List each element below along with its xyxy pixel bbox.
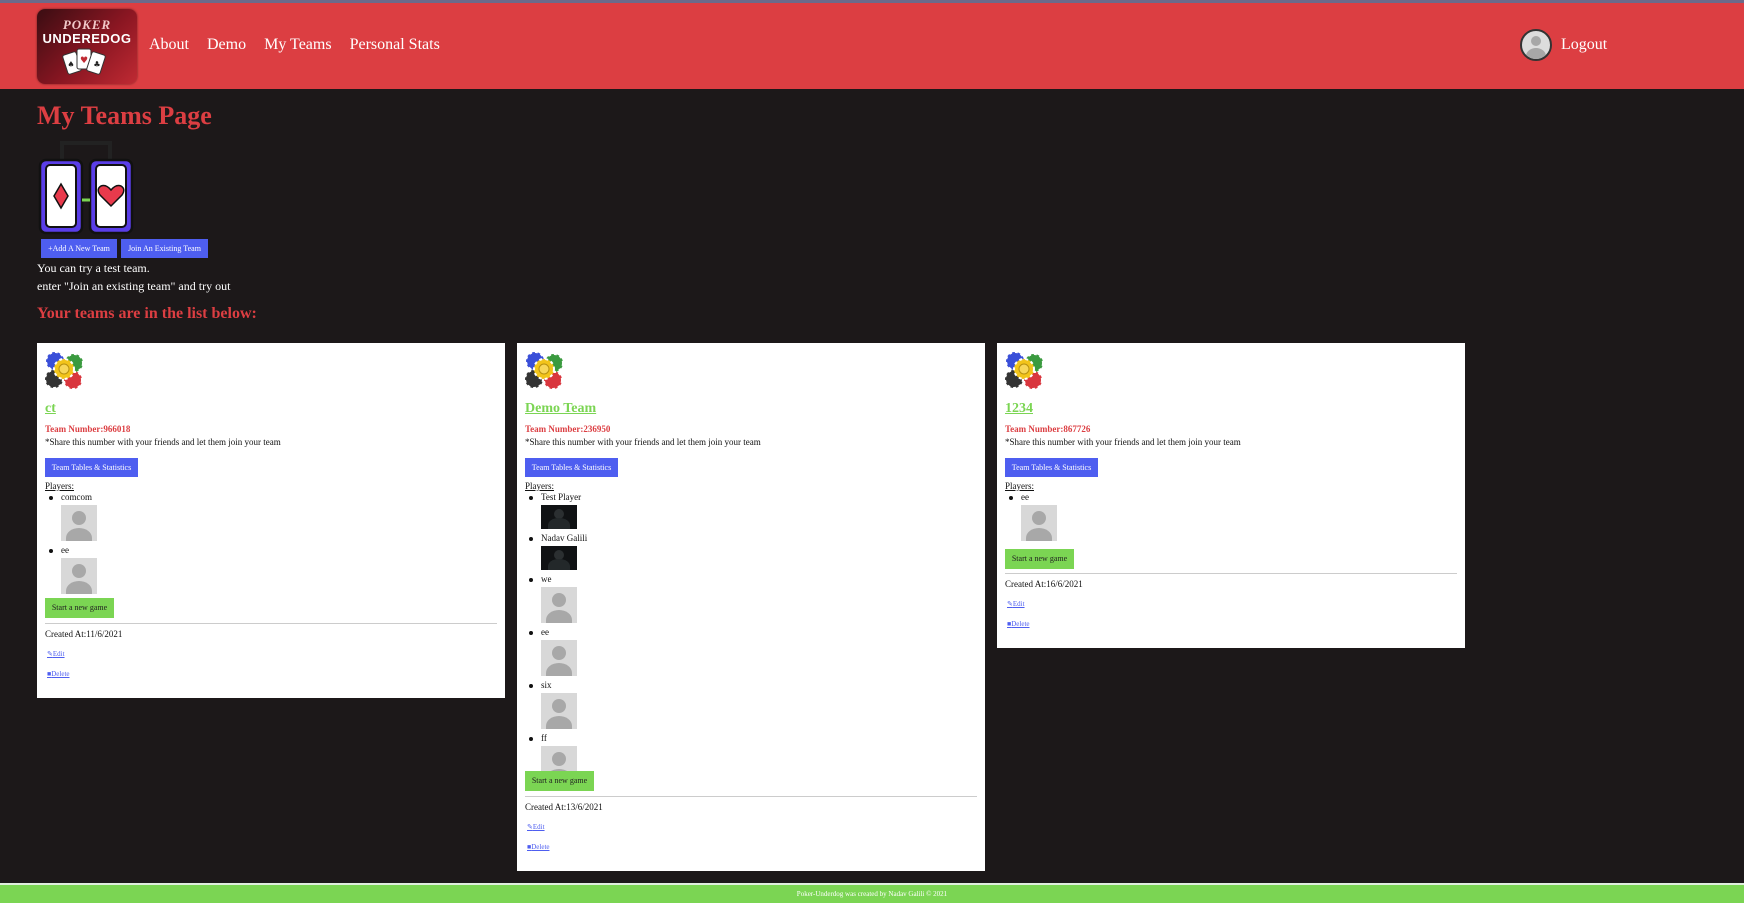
- info-line-2: enter "Join an existing team" and try ou…: [37, 279, 231, 293]
- player-item: comcom: [45, 492, 97, 541]
- edit-label: Edit: [52, 650, 65, 658]
- team-name-link[interactable]: Demo Team: [525, 401, 596, 417]
- team-card: ct Team Number:966018 *Share this number…: [37, 343, 505, 698]
- player-avatar-icon: [61, 505, 97, 541]
- share-hint: *Share this number with your friends and…: [525, 437, 761, 447]
- player-name: comcom: [61, 492, 92, 502]
- player-name: ee: [541, 627, 549, 637]
- player-name: ee: [61, 545, 69, 555]
- add-team-button[interactable]: +Add A New Team: [41, 239, 117, 258]
- edit-label: Edit: [532, 823, 545, 831]
- team-stats-button[interactable]: Team Tables & Statistics: [1005, 458, 1098, 477]
- edit-label: Edit: [1012, 600, 1025, 608]
- delete-link[interactable]: ■Delete: [1007, 620, 1030, 628]
- logout-link[interactable]: Logout: [1561, 36, 1607, 54]
- main-nav: About Demo My Teams Personal Stats: [149, 36, 440, 54]
- player-name: Test Player: [541, 492, 582, 502]
- player-name: ff: [541, 733, 547, 743]
- player-avatar-icon: [1021, 505, 1057, 541]
- player-avatar-icon: [541, 640, 577, 676]
- player-item: Test Player: [525, 492, 587, 529]
- team-number: Team Number:236950: [525, 424, 611, 434]
- player-photo: [541, 505, 577, 529]
- nav-my-teams[interactable]: My Teams: [264, 36, 331, 54]
- team-name-link[interactable]: 1234: [1005, 401, 1033, 417]
- delete-link[interactable]: ■Delete: [47, 670, 70, 678]
- created-date: Created At:16/6/2021: [1005, 579, 1083, 589]
- navbar: POKER UNDEREDOG ♥ ♠ ♣ About Demo My Team…: [0, 3, 1744, 89]
- svg-text:♥: ♥: [80, 56, 88, 66]
- delete-label: Delete: [531, 843, 550, 851]
- player-item: we: [525, 574, 587, 623]
- team-number: Team Number:867726: [1005, 424, 1091, 434]
- team-number: Team Number:966018: [45, 424, 131, 434]
- join-team-button[interactable]: Join An Existing Team: [121, 239, 208, 258]
- players-list: Test Player Nadav Galili we ee six ff: [525, 492, 587, 786]
- player-name: ee: [1021, 492, 1029, 502]
- user-menu: Logout: [1520, 29, 1607, 61]
- card-divider: [1005, 573, 1457, 574]
- svg-text:♣: ♣: [93, 60, 100, 69]
- edit-link[interactable]: ✎Edit: [527, 823, 545, 831]
- svg-text:♠: ♠: [67, 60, 74, 69]
- delete-label: Delete: [51, 670, 70, 678]
- players-list: comcom ee: [45, 492, 97, 598]
- poker-chips-icon: [1004, 351, 1044, 390]
- team-card: Demo Team Team Number:236950 *Share this…: [517, 343, 985, 871]
- created-date: Created At:11/6/2021: [45, 629, 123, 639]
- players-list: ee: [1005, 492, 1057, 545]
- player-avatar-icon: [541, 693, 577, 729]
- player-item: ee: [45, 545, 97, 594]
- start-game-button[interactable]: Start a new game: [45, 598, 114, 618]
- player-item: Nadav Galili: [525, 533, 587, 570]
- delete-link[interactable]: ■Delete: [527, 843, 550, 851]
- delete-label: Delete: [1011, 620, 1030, 628]
- start-game-button[interactable]: Start a new game: [525, 771, 594, 791]
- footer: Poker-Underdog was created by Nadav Gali…: [0, 883, 1744, 903]
- edit-link[interactable]: ✎Edit: [47, 650, 65, 658]
- player-photo: [541, 546, 577, 570]
- player-avatar-icon: [541, 587, 577, 623]
- player-name: we: [541, 574, 552, 584]
- card-divider: [45, 623, 497, 624]
- team-stats-button[interactable]: Team Tables & Statistics: [525, 458, 618, 477]
- share-hint: *Share this number with your friends and…: [1005, 437, 1241, 447]
- player-item: six: [525, 680, 587, 729]
- team-stats-button[interactable]: Team Tables & Statistics: [45, 458, 138, 477]
- team-name-link[interactable]: ct: [45, 401, 56, 417]
- teams-cards-icon: [38, 141, 134, 235]
- team-card: 1234 Team Number:867726 *Share this numb…: [997, 343, 1465, 648]
- player-name: six: [541, 680, 552, 690]
- user-avatar-icon[interactable]: [1520, 29, 1552, 61]
- nav-about[interactable]: About: [149, 36, 189, 54]
- players-label: Players:: [525, 481, 554, 491]
- poker-chips-icon: [524, 351, 564, 390]
- edit-link[interactable]: ✎Edit: [1007, 600, 1025, 608]
- nav-personal-stats[interactable]: Personal Stats: [350, 36, 440, 54]
- player-avatar-icon: [61, 558, 97, 594]
- info-line-1: You can try a test team.: [37, 261, 150, 275]
- players-label: Players:: [1005, 481, 1034, 491]
- teams-list-subtitle: Your teams are in the list below:: [37, 305, 257, 322]
- start-game-button[interactable]: Start a new game: [1005, 549, 1074, 569]
- player-item: ee: [525, 627, 587, 676]
- poker-underdog-logo[interactable]: POKER UNDEREDOG ♥ ♠ ♣: [37, 9, 137, 84]
- page-title: My Teams Page: [37, 101, 212, 130]
- player-item: ee: [1005, 492, 1057, 541]
- card-divider: [525, 796, 977, 797]
- player-name: Nadav Galili: [541, 533, 588, 543]
- nav-demo[interactable]: Demo: [207, 36, 246, 54]
- created-date: Created At:13/6/2021: [525, 802, 603, 812]
- share-hint: *Share this number with your friends and…: [45, 437, 281, 447]
- cards-logo-icon: ♥ ♠ ♣: [62, 48, 106, 75]
- poker-chips-icon: [44, 351, 84, 390]
- players-label: Players:: [45, 481, 74, 491]
